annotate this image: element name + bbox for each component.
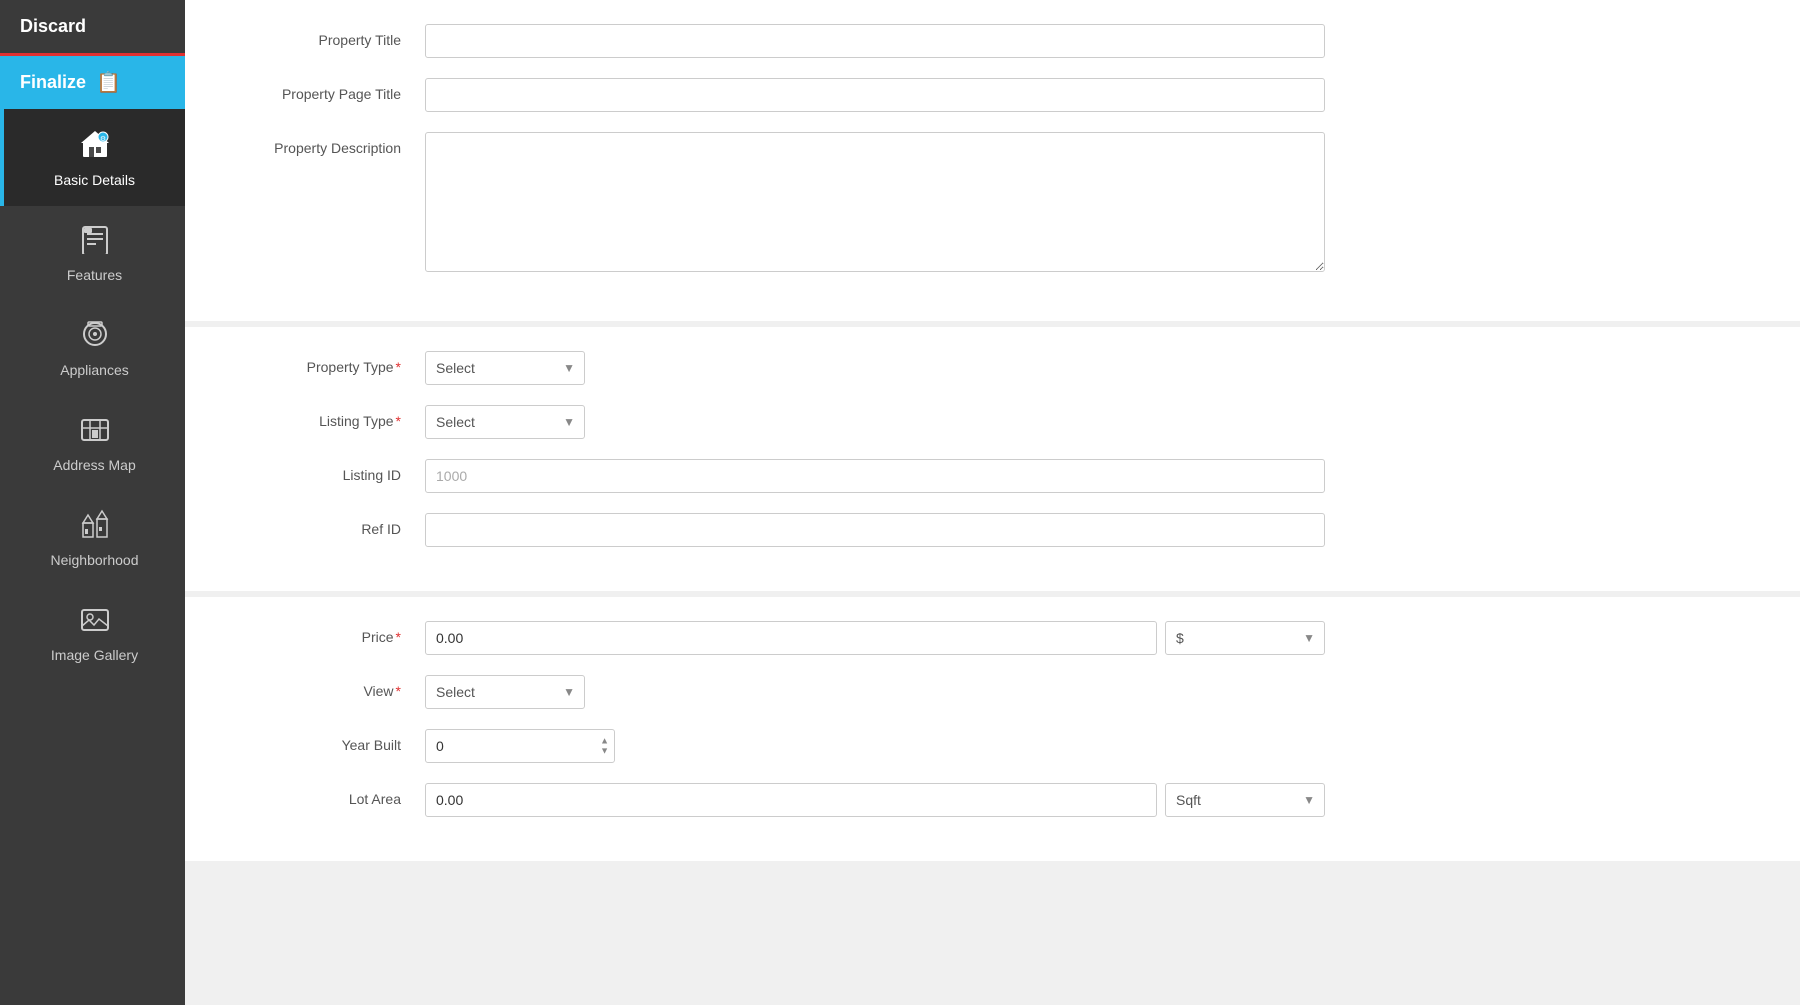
year-built-control: ▲ ▼ xyxy=(425,729,1325,763)
property-page-title-control xyxy=(425,78,1325,112)
listing-id-row: Listing ID xyxy=(225,459,1760,493)
view-control: Select Ocean Mountain City Garden ▼ xyxy=(425,675,1325,709)
view-row: View* Select Ocean Mountain City Garden … xyxy=(225,675,1760,709)
lot-area-row: Lot Area Sqft Sqm Acres ▼ xyxy=(225,783,1760,817)
listing-type-label: Listing Type* xyxy=(225,405,425,429)
finalize-button[interactable]: Finalize 📋 xyxy=(0,56,185,109)
year-built-increment[interactable]: ▲ xyxy=(600,737,609,746)
property-description-input[interactable] xyxy=(425,132,1325,272)
sidebar-item-features[interactable]: Features xyxy=(0,206,185,301)
property-page-title-row: Property Page Title xyxy=(225,78,1760,112)
price-details-section: Price* $ € £ ¥ ▼ xyxy=(185,597,1800,861)
finalize-label: Finalize xyxy=(20,72,86,93)
property-title-label: Property Title xyxy=(225,24,425,48)
listing-type-select-wrapper: Select Sale Rent Lease ▼ xyxy=(425,405,585,439)
lot-area-control: Sqft Sqm Acres ▼ xyxy=(425,783,1325,817)
image-gallery-icon xyxy=(80,604,110,641)
year-built-row: Year Built ▲ ▼ xyxy=(225,729,1760,763)
property-type-control: Select House Apartment Condo Land ▼ xyxy=(425,351,1325,385)
neighborhood-icon xyxy=(80,509,110,546)
lot-area-unit-select[interactable]: Sqft Sqm Acres xyxy=(1165,783,1325,817)
year-built-spinbox: ▲ ▼ xyxy=(425,729,615,763)
ref-id-label: Ref ID xyxy=(225,513,425,537)
ref-id-row: Ref ID xyxy=(225,513,1760,547)
price-input-group: $ € £ ¥ ▼ xyxy=(425,621,1325,655)
title-description-section: Property Title Property Page Title Prope… xyxy=(185,0,1800,321)
listing-id-input[interactable] xyxy=(425,459,1325,493)
sidebar-item-features-label: Features xyxy=(67,267,122,283)
type-ids-section: Property Type* Select House Apartment Co… xyxy=(185,327,1800,591)
property-title-input[interactable] xyxy=(425,24,1325,58)
currency-select[interactable]: $ € £ ¥ xyxy=(1165,621,1325,655)
sidebar-item-basic-details[interactable]: ⚙ Basic Details xyxy=(0,109,185,206)
discard-button[interactable]: Discard xyxy=(0,0,185,56)
property-type-row: Property Type* Select House Apartment Co… xyxy=(225,351,1760,385)
year-built-spinbox-controls: ▲ ▼ xyxy=(600,737,609,756)
sidebar-item-image-gallery-label: Image Gallery xyxy=(51,647,138,663)
listing-id-control xyxy=(425,459,1325,493)
ref-id-control xyxy=(425,513,1325,547)
property-title-row: Property Title xyxy=(225,24,1760,58)
listing-type-select[interactable]: Select Sale Rent Lease xyxy=(425,405,585,439)
property-page-title-label: Property Page Title xyxy=(225,78,425,102)
svg-text:⚙: ⚙ xyxy=(99,135,105,143)
lot-area-input[interactable] xyxy=(425,783,1157,817)
property-description-control xyxy=(425,132,1325,277)
features-icon xyxy=(80,224,110,261)
sidebar: Discard Finalize 📋 ⚙ Basic Details xyxy=(0,0,185,1005)
appliances-icon xyxy=(80,319,110,356)
lot-area-label: Lot Area xyxy=(225,783,425,807)
property-description-label: Property Description xyxy=(225,132,425,156)
price-input[interactable] xyxy=(425,621,1157,655)
listing-id-label: Listing ID xyxy=(225,459,425,483)
sidebar-item-address-map-label: Address Map xyxy=(53,457,135,473)
clipboard-icon: 📋 xyxy=(96,70,121,95)
sidebar-item-appliances[interactable]: Appliances xyxy=(0,301,185,396)
listing-type-row: Listing Type* Select Sale Rent Lease ▼ xyxy=(225,405,1760,439)
currency-select-wrapper: $ € £ ¥ ▼ xyxy=(1165,621,1325,655)
property-description-row: Property Description xyxy=(225,132,1760,277)
address-map-icon xyxy=(80,414,110,451)
main-content: Property Title Property Page Title Prope… xyxy=(185,0,1800,1005)
sidebar-item-basic-details-label: Basic Details xyxy=(54,172,135,188)
lot-area-input-group: Sqft Sqm Acres ▼ xyxy=(425,783,1325,817)
property-title-control xyxy=(425,24,1325,58)
year-built-label: Year Built xyxy=(225,729,425,753)
view-select[interactable]: Select Ocean Mountain City Garden xyxy=(425,675,585,709)
sidebar-item-image-gallery[interactable]: Image Gallery xyxy=(0,586,185,681)
year-built-input[interactable] xyxy=(425,729,615,763)
price-control: $ € £ ¥ ▼ xyxy=(425,621,1325,655)
sidebar-item-address-map[interactable]: Address Map xyxy=(0,396,185,491)
property-type-select-wrapper: Select House Apartment Condo Land ▼ xyxy=(425,351,585,385)
sidebar-item-appliances-label: Appliances xyxy=(60,362,129,378)
price-row: Price* $ € £ ¥ ▼ xyxy=(225,621,1760,655)
sidebar-nav: ⚙ Basic Details Features xyxy=(0,109,185,681)
sidebar-item-neighborhood[interactable]: Neighborhood xyxy=(0,491,185,586)
lot-area-unit-select-wrapper: Sqft Sqm Acres ▼ xyxy=(1165,783,1325,817)
property-type-select[interactable]: Select House Apartment Condo Land xyxy=(425,351,585,385)
property-page-title-input[interactable] xyxy=(425,78,1325,112)
home-icon: ⚙ xyxy=(79,127,111,166)
view-select-wrapper: Select Ocean Mountain City Garden ▼ xyxy=(425,675,585,709)
listing-type-control: Select Sale Rent Lease ▼ xyxy=(425,405,1325,439)
ref-id-input[interactable] xyxy=(425,513,1325,547)
view-label: View* xyxy=(225,675,425,699)
year-built-decrement[interactable]: ▼ xyxy=(600,747,609,756)
price-label: Price* xyxy=(225,621,425,645)
sidebar-item-neighborhood-label: Neighborhood xyxy=(51,552,139,568)
property-type-label: Property Type* xyxy=(225,351,425,375)
